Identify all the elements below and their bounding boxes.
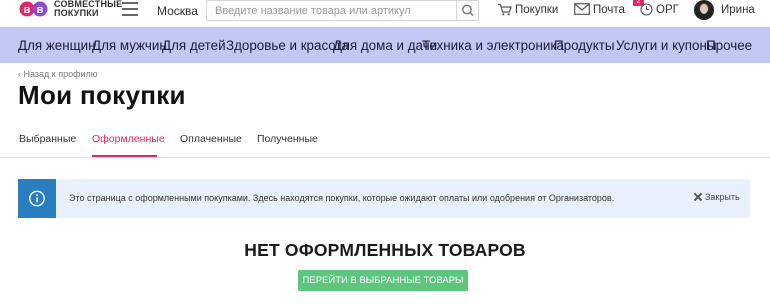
category-other[interactable]: Прочее <box>706 38 752 53</box>
alert-message: Это страница с оформленными покупками. З… <box>69 193 615 203</box>
search-box <box>206 0 479 21</box>
logo-text[interactable]: СОВМЕСТНЫЕ ПОКУПКИ <box>54 0 122 18</box>
category-nav: Для женщин Для мужчин Для детей Здоровье… <box>0 27 770 63</box>
tab-received[interactable]: Полученные <box>257 133 318 145</box>
empty-state-title: НЕТ ОФОРМЛЕННЫХ ТОВАРОВ <box>244 240 526 260</box>
search-icon <box>462 4 474 17</box>
user-name[interactable]: Ирина <box>721 4 755 16</box>
tab-paid[interactable]: Оплаченные <box>180 133 242 145</box>
category-kids[interactable]: Для детей <box>162 38 226 53</box>
menu-icon[interactable] <box>122 2 138 16</box>
back-to-profile-link[interactable]: ‹ Назад к профилю <box>18 69 98 79</box>
back-link-label: Назад к профилю <box>23 69 98 79</box>
info-icon-box <box>18 179 56 218</box>
info-alert: Это страница с оформленными покупками. З… <box>18 179 750 218</box>
alert-close-label: Закрыть <box>705 192 740 202</box>
cart-icon[interactable] <box>497 3 512 16</box>
logo-text-line2: ПОКУПКИ <box>54 8 99 18</box>
tab-ordered[interactable]: Оформленные <box>92 133 165 145</box>
category-services[interactable]: Услуги и купоны <box>616 38 717 53</box>
city-selector[interactable]: Москва <box>157 4 198 18</box>
alert-close-button[interactable]: Закрыть <box>694 192 740 202</box>
search-input[interactable] <box>207 1 457 20</box>
search-button[interactable] <box>456 1 478 20</box>
avatar[interactable] <box>694 0 714 20</box>
clock-icon[interactable] <box>640 3 653 16</box>
category-food[interactable]: Продукты <box>554 38 615 53</box>
category-electronics[interactable]: Техника и электроника <box>422 38 564 53</box>
org-link[interactable]: ОРГ <box>656 4 679 16</box>
sp-logo-icon[interactable]: в в <box>19 0 49 18</box>
top-header: в в СОВМЕСТНЫЕ ПОКУПКИ Москва Покупки По… <box>0 0 770 21</box>
mail-link[interactable]: Почта <box>593 4 625 16</box>
info-icon <box>29 190 45 207</box>
purchase-tabs: Выбранные Оформленные Оплаченные Получен… <box>0 125 770 158</box>
tab-selected[interactable]: Выбранные <box>19 133 76 145</box>
close-icon <box>694 193 702 201</box>
go-to-selected-button[interactable]: ПЕРЕЙТИ В ВЫБРАННЫЕ ТОВАРЫ <box>298 270 468 291</box>
page-title: Мои покупки <box>18 80 186 110</box>
purchases-link[interactable]: Покупки <box>515 4 558 16</box>
mail-icon[interactable] <box>574 3 590 15</box>
category-beauty[interactable]: Здоровье и красота <box>226 38 349 53</box>
svg-text:в: в <box>37 4 44 16</box>
category-men[interactable]: Для мужчин <box>92 38 167 53</box>
svg-text:в: в <box>24 4 31 16</box>
active-tab-indicator <box>92 155 157 157</box>
category-women[interactable]: Для женщин <box>18 38 96 53</box>
